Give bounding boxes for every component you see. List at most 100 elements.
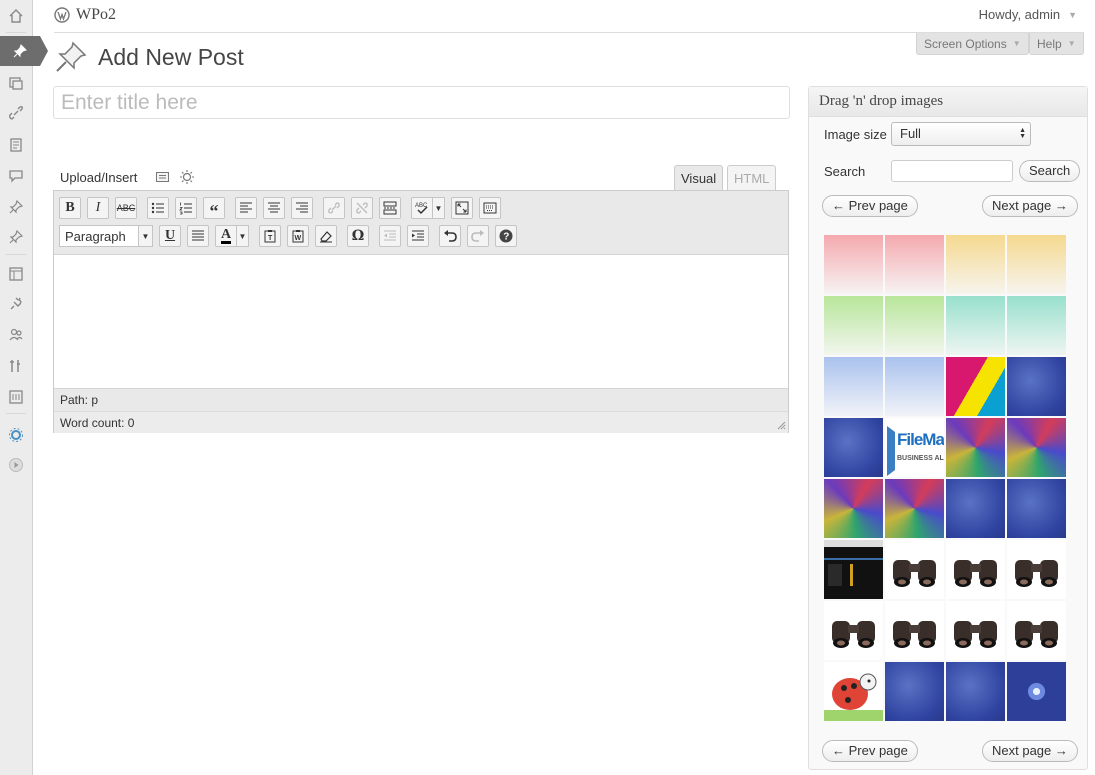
undo-button[interactable] — [439, 225, 461, 247]
kitchen-sink-button[interactable] — [479, 197, 501, 219]
image-thumbnail[interactable] — [885, 479, 944, 538]
chevron-down-icon[interactable]: ▼ — [237, 225, 249, 247]
justify-button[interactable] — [187, 225, 209, 247]
dashboard-icon[interactable] — [0, 1, 32, 31]
image-thumbnail[interactable] — [824, 540, 883, 599]
image-thumbnail[interactable] — [946, 357, 1005, 416]
post-title-input[interactable]: Enter title here — [53, 86, 790, 119]
help-button[interactable]: ? — [495, 225, 517, 247]
image-thumbnail[interactable] — [946, 296, 1005, 355]
editor-content-area[interactable] — [54, 254, 788, 389]
image-thumbnail[interactable] — [824, 601, 883, 660]
blockquote-button[interactable]: “ — [203, 197, 225, 220]
image-thumbnail[interactable] — [824, 662, 883, 721]
format-select[interactable]: Paragraph ▼ — [59, 225, 153, 247]
pages-icon[interactable] — [0, 130, 32, 160]
site-title[interactable]: WPo2 — [76, 6, 116, 24]
spellcheck-button[interactable]: ABC — [411, 197, 433, 219]
image-thumbnail[interactable] — [824, 296, 883, 355]
image-thumbnail[interactable] — [946, 601, 1005, 660]
tab-html[interactable]: HTML — [727, 165, 777, 191]
plugin-gear-icon[interactable] — [0, 420, 32, 450]
italic-button[interactable]: I — [87, 197, 109, 219]
align-left-button[interactable] — [235, 197, 257, 219]
image-thumbnail[interactable] — [1007, 479, 1066, 538]
image-thumbnail[interactable] — [824, 357, 883, 416]
paste-word-button[interactable]: W — [287, 225, 309, 247]
image-thumbnail[interactable] — [1007, 235, 1066, 294]
post-editor: B I ABC “ ABC ▼ Paragraph ▼ U A ▼ T W Ω — [53, 190, 789, 433]
comments-icon[interactable] — [0, 161, 32, 191]
plugins-icon[interactable] — [0, 289, 32, 319]
collapse-menu-icon[interactable] — [0, 450, 32, 480]
indent-button[interactable] — [407, 225, 429, 247]
help-button[interactable]: Help ▼ — [1029, 33, 1084, 55]
image-thumbnail[interactable] — [885, 357, 944, 416]
image-thumbnail[interactable] — [885, 235, 944, 294]
posts-pin-icon[interactable] — [0, 36, 48, 66]
pin-icon[interactable] — [0, 222, 32, 252]
image-thumbnail[interactable] — [824, 418, 883, 477]
prev-page-button-bottom[interactable]: ← Prev page — [822, 740, 918, 762]
howdy-text[interactable]: Howdy, admin — [979, 7, 1060, 22]
outdent-button[interactable] — [379, 225, 401, 247]
image-thumbnail[interactable] — [1007, 662, 1066, 721]
user-menu[interactable]: Howdy, admin ▼ — [979, 7, 1077, 22]
image-thumbnail[interactable] — [1007, 418, 1066, 477]
image-thumbnail[interactable] — [1007, 296, 1066, 355]
users-icon[interactable] — [0, 320, 32, 350]
underline-button[interactable]: U — [159, 225, 181, 247]
tools-icon[interactable] — [0, 351, 32, 381]
settings-icon[interactable] — [0, 382, 32, 412]
insert-link-button[interactable] — [323, 197, 345, 219]
image-thumbnail[interactable] — [1007, 540, 1066, 599]
prev-page-button[interactable]: ← Prev page — [822, 195, 918, 217]
special-character-button[interactable]: Ω — [347, 225, 369, 247]
media-icon[interactable] — [0, 68, 32, 98]
numbered-list-button[interactable] — [175, 197, 197, 219]
links-icon[interactable] — [0, 98, 32, 128]
next-page-button-bottom[interactable]: Next page → — [982, 740, 1078, 762]
image-thumbnail[interactable] — [885, 601, 944, 660]
image-thumbnail[interactable] — [824, 235, 883, 294]
align-right-button[interactable] — [291, 197, 313, 219]
appearance-icon[interactable] — [0, 259, 32, 289]
bullet-list-button[interactable] — [147, 197, 169, 219]
image-thumbnail[interactable]: FileMake BUSINESS ALLIAN — [885, 418, 944, 477]
add-sun-media-icon[interactable] — [179, 169, 195, 185]
tab-visual[interactable]: Visual — [674, 165, 724, 191]
image-thumbnail[interactable] — [946, 662, 1005, 721]
paste-text-button[interactable]: T — [259, 225, 281, 247]
widget-title[interactable]: Drag 'n' drop images — [809, 87, 1087, 117]
image-thumbnail[interactable] — [824, 479, 883, 538]
link-icon — [328, 202, 340, 214]
remove-format-button[interactable] — [315, 225, 337, 247]
fullscreen-button[interactable] — [451, 197, 473, 219]
image-thumbnail[interactable] — [946, 540, 1005, 599]
image-size-select[interactable]: Full ▲ ▼ — [891, 122, 1031, 146]
image-thumbnail[interactable] — [946, 479, 1005, 538]
image-thumbnail[interactable] — [1007, 601, 1066, 660]
align-center-button[interactable] — [263, 197, 285, 219]
image-thumbnail[interactable] — [885, 662, 944, 721]
strikethrough-button[interactable]: ABC — [115, 197, 137, 219]
redo-button[interactable] — [467, 225, 489, 247]
chevron-down-icon[interactable]: ▼ — [1068, 10, 1077, 20]
add-media-icon[interactable] — [155, 170, 171, 184]
unlink-button[interactable] — [351, 197, 373, 219]
image-thumbnail[interactable] — [946, 418, 1005, 477]
image-thumbnail[interactable] — [946, 235, 1005, 294]
insert-more-button[interactable] — [379, 197, 401, 219]
screen-options-button[interactable]: Screen Options ▼ — [916, 33, 1029, 55]
text-color-button[interactable]: A — [215, 225, 237, 247]
search-button[interactable]: Search — [1019, 160, 1081, 182]
pin-icon[interactable] — [0, 192, 32, 222]
image-thumbnail[interactable] — [885, 540, 944, 599]
resize-handle-icon[interactable] — [776, 420, 786, 430]
image-thumbnail[interactable] — [1007, 357, 1066, 416]
image-thumbnail[interactable] — [885, 296, 944, 355]
bold-button[interactable]: B — [59, 197, 81, 219]
search-input[interactable] — [891, 160, 1013, 182]
chevron-down-icon[interactable]: ▼ — [433, 197, 445, 219]
next-page-button[interactable]: Next page → — [982, 195, 1078, 217]
